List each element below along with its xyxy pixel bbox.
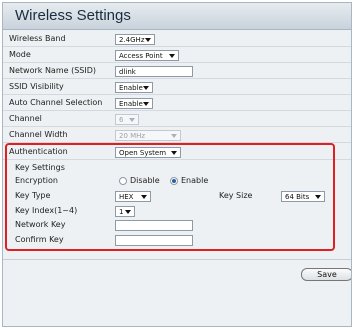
panel-header: Wireless Settings (3, 3, 351, 30)
network-key-label: Network Key (15, 220, 66, 229)
encryption-enable-label: Enable (181, 176, 209, 185)
encryption-enable-radio[interactable] (170, 177, 178, 185)
row-ssid-visibility: SSID Visibility Enable (3, 79, 351, 95)
page-title: Wireless Settings (15, 7, 131, 24)
chevron-down-icon (125, 210, 131, 214)
row-ssid: Network Name (SSID) dlink (3, 63, 351, 79)
authentication-label: Authentication (9, 147, 68, 156)
ssid-visibility-label: SSID Visibility (9, 82, 64, 91)
wireless-band-select[interactable]: 2.4GHz (115, 34, 155, 45)
encryption-label: Encryption (15, 176, 58, 185)
key-settings-heading: Key Settings (15, 163, 65, 172)
key-type-select[interactable]: HEX (115, 191, 151, 202)
encryption-disable-radio[interactable] (119, 177, 127, 185)
divider (3, 259, 351, 260)
mode-select[interactable]: Access Point (115, 50, 179, 61)
encryption-disable-label: Disable (130, 176, 160, 185)
row-channel: Channel 6 (3, 111, 351, 127)
row-network-key: Network Key (3, 217, 351, 233)
key-index-select[interactable]: 1 (115, 206, 135, 217)
mode-value: Access Point (119, 52, 163, 60)
chevron-down-icon (315, 195, 321, 199)
wireless-band-value: 2.4GHz (119, 36, 145, 44)
chevron-down-icon (171, 151, 177, 155)
network-key-input[interactable] (115, 220, 193, 231)
ssid-visibility-select[interactable]: Enable (115, 82, 153, 93)
mode-label: Mode (9, 50, 31, 59)
auto-channel-value: Enable (119, 100, 143, 108)
channel-select[interactable]: 6 (115, 114, 139, 125)
auto-channel-select[interactable]: Enable (115, 98, 153, 109)
row-confirm-key: Confirm Key (3, 232, 351, 248)
chevron-down-icon (169, 54, 175, 58)
authentication-value: Open System (119, 149, 167, 157)
row-auto-channel: Auto Channel Selection Enable (3, 95, 351, 111)
key-index-value: 1 (119, 208, 124, 216)
ssid-visibility-value: Enable (119, 84, 143, 92)
row-authentication: Authentication Open System (3, 144, 351, 160)
auto-channel-label: Auto Channel Selection (9, 98, 103, 107)
row-mode: Mode Access Point (3, 47, 351, 63)
key-type-value: HEX (119, 193, 134, 201)
row-key-type: Key Type HEX Key Size 64 Bits (3, 188, 351, 204)
key-index-label: Key Index(1~4) (15, 206, 78, 215)
authentication-select[interactable]: Open System (115, 147, 181, 158)
channel-value: 6 (119, 116, 124, 124)
key-size-value: 64 Bits (285, 193, 310, 201)
key-size-label: Key Size (219, 191, 253, 200)
chevron-down-icon (141, 195, 147, 199)
row-channel-width: Channel Width 20 MHz (3, 127, 351, 143)
channel-label: Channel (9, 114, 42, 123)
ssid-label: Network Name (SSID) (9, 66, 97, 75)
row-wireless-band: Wireless Band 2.4GHz (3, 31, 351, 47)
confirm-key-label: Confirm Key (15, 235, 64, 244)
channel-width-value: 20 MHz (119, 132, 146, 140)
ssid-value: dlink (119, 68, 136, 76)
chevron-down-icon (145, 38, 151, 42)
channel-width-select[interactable]: 20 MHz (115, 130, 181, 141)
chevron-down-icon (171, 134, 177, 138)
wireless-band-label: Wireless Band (9, 34, 66, 43)
chevron-down-icon (129, 118, 135, 122)
chevron-down-icon (143, 86, 149, 90)
row-encryption: Encryption Disable Enable (3, 173, 351, 189)
chevron-down-icon (143, 102, 149, 106)
channel-width-label: Channel Width (9, 130, 68, 139)
key-type-label: Key Type (15, 191, 51, 200)
save-button[interactable]: Save (301, 268, 351, 281)
ssid-input[interactable]: dlink (115, 66, 193, 77)
key-size-select[interactable]: 64 Bits (281, 191, 325, 202)
wireless-settings-panel: Wireless Settings Wireless Band 2.4GHz M… (2, 2, 352, 327)
confirm-key-input[interactable] (115, 235, 193, 246)
